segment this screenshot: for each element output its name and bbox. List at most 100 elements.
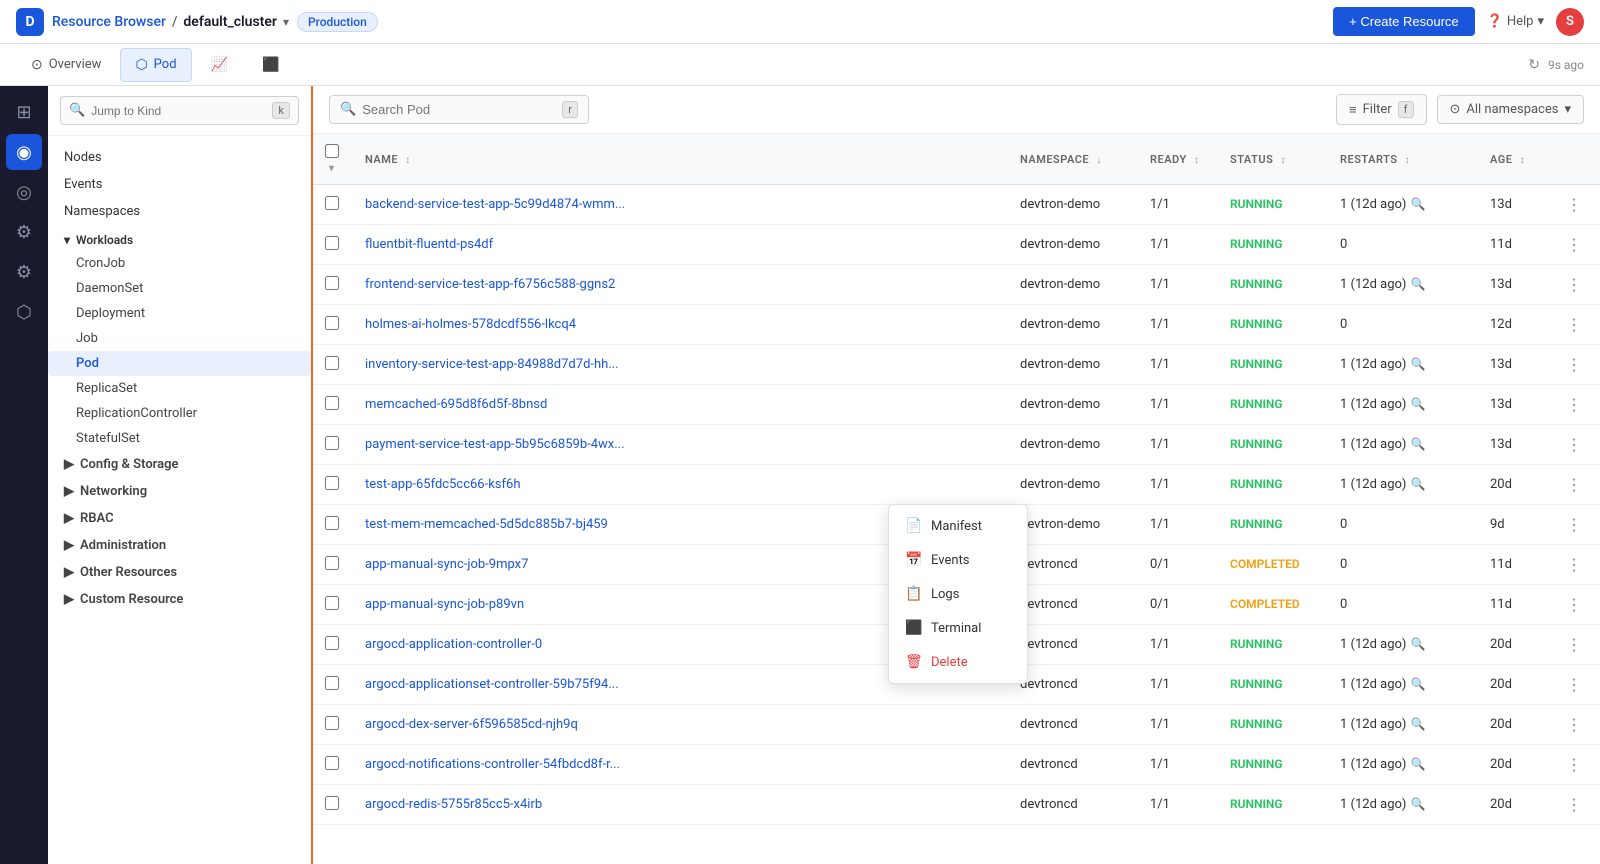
nav-section-other-resources[interactable]: ▶ Other Resources — [48, 559, 311, 586]
pod-name-link[interactable]: argocd-applicationset-controller-59b75f9… — [365, 677, 619, 692]
sidebar-icon-apps[interactable]: ◎ — [6, 174, 42, 210]
filter-button[interactable]: ≡ Filter f — [1336, 94, 1426, 125]
row-checkbox[interactable] — [325, 516, 339, 530]
pod-name-link[interactable]: test-mem-memcached-5d5dc885b7-bj459 — [365, 517, 608, 532]
th-age[interactable]: AGE ↕ — [1478, 134, 1548, 185]
nav-child-statefulset[interactable]: StatefulSet — [48, 426, 311, 451]
tab-pod[interactable]: ⬡ Pod — [120, 48, 191, 82]
pod-context-menu-button[interactable]: ⋮ — [1560, 473, 1588, 496]
pod-name-link[interactable]: payment-service-test-app-5b95c6859b-4wx.… — [365, 437, 625, 452]
pod-name-link[interactable]: app-manual-sync-job-9mpx7 — [365, 557, 528, 572]
restart-search-icon[interactable]: 🔍 — [1410, 757, 1425, 771]
context-menu-events[interactable]: 📅 Events — [889, 543, 1027, 577]
nav-child-daemonset[interactable]: DaemonSet — [48, 276, 311, 301]
row-checkbox[interactable] — [325, 476, 339, 490]
nav-child-replicaset[interactable]: ReplicaSet — [48, 376, 311, 401]
th-ready[interactable]: READY ↕ — [1138, 134, 1218, 185]
context-menu-logs[interactable]: 📋 Logs — [889, 577, 1027, 611]
th-status[interactable]: STATUS ↕ — [1218, 134, 1328, 185]
sidebar-icon-home[interactable]: ⊞ — [6, 94, 42, 130]
nav-child-cronjob[interactable]: CronJob — [48, 251, 311, 276]
help-button[interactable]: ❓ Help ▾ — [1487, 14, 1544, 29]
nav-section-config-storage[interactable]: ▶ Config & Storage — [48, 451, 311, 478]
pod-name-link[interactable]: fluentbit-fluentd-ps4df — [365, 237, 493, 252]
nav-section-networking[interactable]: ▶ Networking — [48, 478, 311, 505]
nav-child-deployment[interactable]: Deployment — [48, 301, 311, 326]
context-menu-manifest[interactable]: 📄 Manifest — [889, 509, 1027, 543]
tab-chart[interactable]: 📈 — [196, 48, 243, 82]
pod-context-menu-button[interactable]: ⋮ — [1560, 353, 1588, 376]
nav-section-administration[interactable]: ▶ Administration — [48, 532, 311, 559]
pod-context-menu-button[interactable]: ⋮ — [1560, 233, 1588, 256]
env-badge[interactable]: Production — [297, 12, 378, 32]
th-namespace[interactable]: NAMESPACE ↓ — [1008, 134, 1138, 185]
breadcrumb-cluster[interactable]: default_cluster — [183, 14, 277, 30]
nav-item-namespaces[interactable]: Namespaces — [48, 198, 311, 225]
restart-search-icon[interactable]: 🔍 — [1410, 477, 1425, 491]
pod-context-menu-button[interactable]: ⋮ — [1560, 513, 1588, 536]
nav-section-custom-resource[interactable]: ▶ Custom Resource — [48, 586, 311, 613]
pod-context-menu-button[interactable]: ⋮ — [1560, 673, 1588, 696]
pod-context-menu-button[interactable]: ⋮ — [1560, 393, 1588, 416]
pod-name-link[interactable]: argocd-application-controller-0 — [365, 637, 542, 652]
restart-search-icon[interactable]: 🔍 — [1410, 197, 1425, 211]
pod-name-link[interactable]: holmes-ai-holmes-578dcdf556-lkcq4 — [365, 317, 576, 332]
refresh-info[interactable]: ↻ 9s ago — [1528, 57, 1584, 73]
row-checkbox[interactable] — [325, 276, 339, 290]
sidebar-icon-settings2[interactable]: ⚙ — [6, 254, 42, 290]
search-pod-input[interactable] — [362, 102, 556, 117]
restart-search-icon[interactable]: 🔍 — [1410, 717, 1425, 731]
nav-child-pod[interactable]: Pod — [48, 351, 311, 376]
breadcrumb-app[interactable]: Resource Browser — [52, 14, 166, 30]
restart-search-icon[interactable]: 🔍 — [1410, 397, 1425, 411]
cluster-chevron-icon[interactable]: ▾ — [283, 15, 289, 29]
restart-search-icon[interactable]: 🔍 — [1410, 437, 1425, 451]
row-checkbox[interactable] — [325, 636, 339, 650]
pod-context-menu-button[interactable]: ⋮ — [1560, 593, 1588, 616]
app-logo[interactable]: D — [16, 8, 44, 36]
pod-context-menu-button[interactable]: ⋮ — [1560, 433, 1588, 456]
row-checkbox[interactable] — [325, 396, 339, 410]
row-checkbox[interactable] — [325, 796, 339, 810]
sidebar-icon-gear[interactable]: ⚙ — [6, 214, 42, 250]
row-checkbox[interactable] — [325, 316, 339, 330]
pod-name-link[interactable]: argocd-dex-server-6f596585cd-njh9q — [365, 717, 578, 732]
th-name[interactable]: NAME ↕ — [353, 134, 1008, 185]
pod-name-link[interactable]: backend-service-test-app-5c99d4874-wmm..… — [365, 197, 625, 212]
pod-context-menu-button[interactable]: ⋮ — [1560, 713, 1588, 736]
pod-name-link[interactable]: inventory-service-test-app-84988d7d7d-hh… — [365, 357, 619, 372]
restart-search-icon[interactable]: 🔍 — [1410, 357, 1425, 371]
restart-search-icon[interactable]: 🔍 — [1410, 637, 1425, 651]
row-checkbox[interactable] — [325, 756, 339, 770]
nav-section-rbac[interactable]: ▶ RBAC — [48, 505, 311, 532]
restart-search-icon[interactable]: 🔍 — [1410, 797, 1425, 811]
nav-child-replicationcontroller[interactable]: ReplicationController — [48, 401, 311, 426]
row-checkbox[interactable] — [325, 716, 339, 730]
nav-item-nodes[interactable]: Nodes — [48, 144, 311, 171]
jump-to-kind-input[interactable] — [91, 104, 266, 118]
pod-context-menu-button[interactable]: ⋮ — [1560, 793, 1588, 816]
sidebar-icon-resource-browser[interactable]: ◉ — [6, 134, 42, 170]
context-menu-terminal[interactable]: ⬛ Terminal — [889, 611, 1027, 645]
pod-context-menu-button[interactable]: ⋮ — [1560, 313, 1588, 336]
restart-search-icon[interactable]: 🔍 — [1410, 277, 1425, 291]
pod-name-link[interactable]: test-app-65fdc5cc66-ksf6h — [365, 477, 521, 492]
pod-context-menu-button[interactable]: ⋮ — [1560, 633, 1588, 656]
pod-name-link[interactable]: frontend-service-test-app-f6756c588-ggns… — [365, 277, 615, 292]
sidebar-icon-layers[interactable]: ⬡ — [6, 294, 42, 330]
select-all-checkbox[interactable] — [325, 144, 339, 158]
th-restarts[interactable]: RESTARTS ↕ — [1328, 134, 1478, 185]
pod-name-link[interactable]: argocd-redis-5755r85cc5-x4irb — [365, 797, 542, 812]
row-checkbox[interactable] — [325, 596, 339, 610]
pod-name-link[interactable]: argocd-notifications-controller-54fbdcd8… — [365, 757, 620, 772]
pod-name-link[interactable]: memcached-695d8f6d5f-8bnsd — [365, 397, 547, 412]
namespace-select[interactable]: ⊙ All namespaces ▾ — [1437, 95, 1585, 124]
pod-context-menu-button[interactable]: ⋮ — [1560, 273, 1588, 296]
tab-terminal[interactable]: ⬛ — [247, 48, 294, 82]
context-menu-delete[interactable]: 🗑 Delete — [889, 645, 1027, 679]
row-checkbox[interactable] — [325, 196, 339, 210]
restart-search-icon[interactable]: 🔍 — [1410, 677, 1425, 691]
row-checkbox[interactable] — [325, 676, 339, 690]
create-resource-button[interactable]: + Create Resource — [1333, 7, 1474, 36]
row-checkbox[interactable] — [325, 436, 339, 450]
